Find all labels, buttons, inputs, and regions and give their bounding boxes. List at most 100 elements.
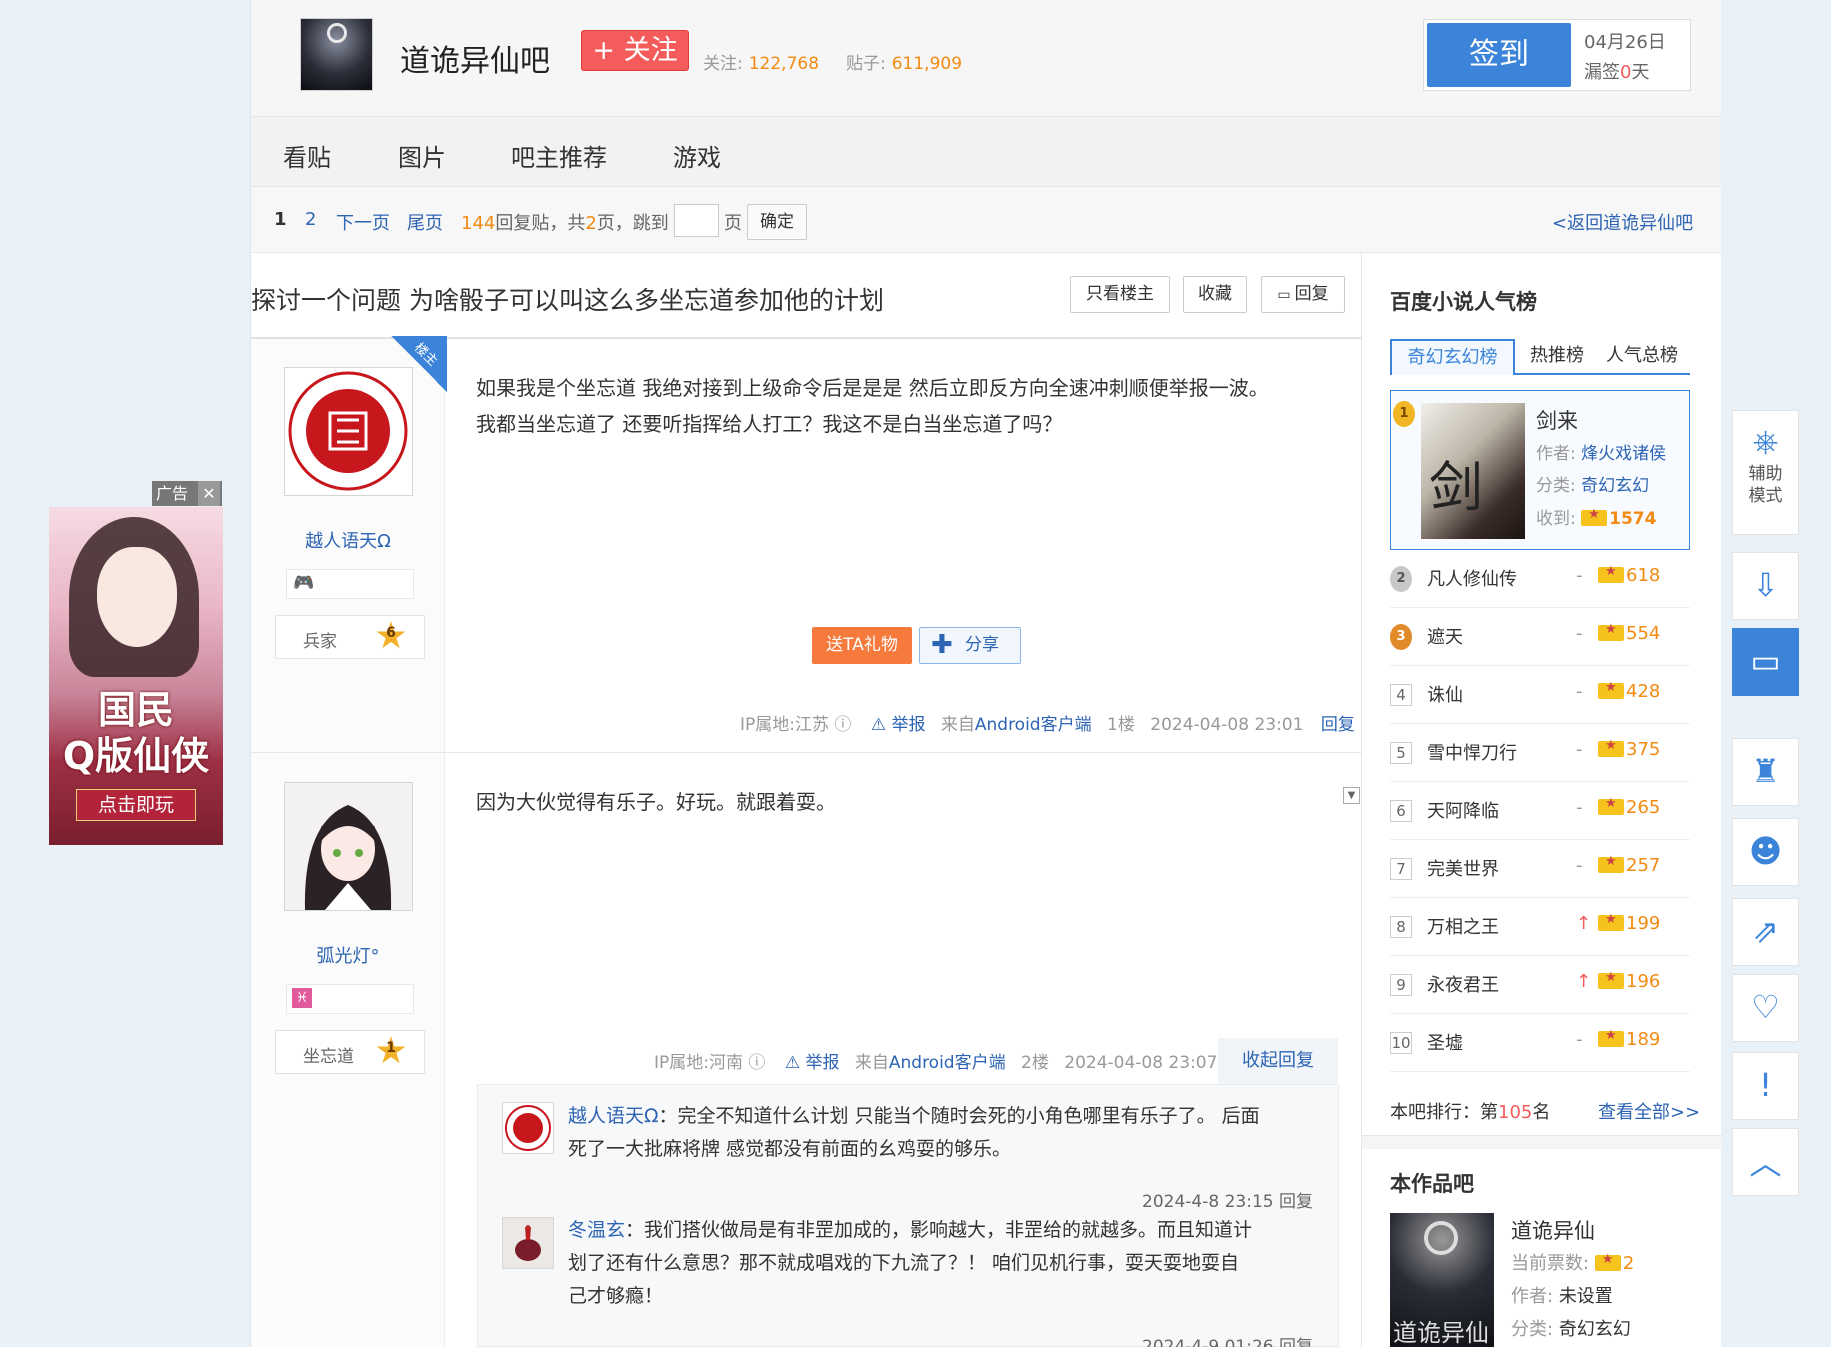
ticket-icon	[1598, 622, 1624, 641]
ticket-icon	[1598, 854, 1624, 873]
source-link[interactable]: Android客户端	[975, 715, 1092, 735]
next-page-link[interactable]: 下一页	[336, 209, 390, 235]
bear-face-icon: ☻	[1748, 832, 1783, 870]
rank-item[interactable]: 3遮天-554	[1390, 608, 1690, 666]
ticket-icon	[1598, 912, 1624, 931]
forum-rank: 本吧排行：第105名	[1390, 1102, 1551, 1123]
work-votes: 当前票数: 2	[1511, 1249, 1634, 1275]
follow-button[interactable]: + 关注	[581, 30, 689, 71]
comment-user[interactable]: 越人语天Ω	[568, 1105, 659, 1127]
forum-logo[interactable]	[300, 18, 373, 91]
post-1-content: 如果我是个坐忘道 我绝对接到上级命令后是是是 然后立即反方向全速冲刺顺便举报一波…	[476, 376, 1269, 436]
top1-author: 作者: 烽火戏诸侯	[1536, 444, 1667, 464]
hat-tool-button[interactable]: ♜	[1732, 738, 1799, 806]
book-cover[interactable]: 道诡异仙吧	[1390, 1213, 1494, 1347]
rank-item[interactable]: 8万相之王↑199	[1390, 898, 1690, 956]
nav-posts[interactable]: 看贴	[283, 138, 331, 173]
post-2-username[interactable]: 弧光灯°	[251, 942, 445, 968]
rank-item[interactable]: 9永夜君王↑196	[1390, 956, 1690, 1014]
forum-name[interactable]: 道诡异仙吧	[400, 36, 550, 80]
ad-character-face	[97, 547, 177, 647]
work-name[interactable]: 道诡异仙	[1511, 1215, 1595, 1245]
share-icon: ⇗	[1752, 912, 1779, 950]
page-jump-ok-button[interactable]: 确定	[747, 204, 807, 240]
bronze-medal-icon: 3	[1390, 624, 1412, 650]
heart-icon: ♡	[1751, 988, 1780, 1026]
collect-button[interactable]: 收藏	[1183, 276, 1247, 313]
sign-in-button[interactable]: 签到	[1427, 23, 1571, 87]
rank-item[interactable]: 6天阿降临-265	[1390, 782, 1690, 840]
ticket-icon	[1598, 738, 1624, 757]
rank-item[interactable]: 10圣墟-189	[1390, 1014, 1690, 1072]
book-cover: 剑	[1421, 403, 1525, 539]
back-to-forum-link[interactable]: <返回道诡异仙吧	[1552, 209, 1693, 235]
post-menu-toggle[interactable]: ▼	[1343, 787, 1360, 804]
gold-medal-icon: 1	[1393, 401, 1415, 427]
favorite-tool-button[interactable]: ♡	[1732, 974, 1799, 1042]
avatar[interactable]	[284, 782, 413, 911]
tab-overall[interactable]: 人气总榜	[1602, 339, 1682, 375]
back-to-top-button[interactable]: ︿	[1732, 1128, 1799, 1196]
posts-stat: 贴子: 611,909	[846, 54, 963, 74]
comment-icon: ▭	[1277, 287, 1291, 303]
user-badge-row: ♓	[286, 984, 414, 1014]
post-1-username[interactable]: 越人语天Ω	[251, 527, 445, 553]
user-rank[interactable]: 坐忘道 1	[275, 1030, 425, 1074]
nav-games[interactable]: 游戏	[673, 138, 721, 173]
rank-item-1[interactable]: 剑 1 剑来 作者: 烽火戏诸侯 分类: 奇幻玄幻 收到: 1574	[1390, 390, 1690, 550]
share-tool-button[interactable]: ⇗	[1732, 898, 1799, 966]
comment-1-time: 2024-4-8 23:15 回复	[1142, 1192, 1313, 1212]
comment-tool-button[interactable]: ▭	[1732, 628, 1799, 696]
report-link[interactable]: ⚠ 举报	[785, 1053, 840, 1073]
rank-item[interactable]: 2凡人修仙传-618	[1390, 550, 1690, 608]
tab-fantasy[interactable]: 奇幻玄幻榜	[1390, 339, 1515, 375]
work-author: 作者: 未设置	[1511, 1286, 1613, 1307]
collapse-replies-button[interactable]: 收起回复	[1218, 1038, 1338, 1084]
rank-item[interactable]: 7完美世界-257	[1390, 840, 1690, 898]
tab-hot[interactable]: 热推榜	[1522, 339, 1592, 375]
nav-recommend[interactable]: 吧主推荐	[511, 138, 607, 173]
see-all-link[interactable]: 查看全部>>	[1598, 1098, 1700, 1124]
reply-button[interactable]: ▭ 回复	[1261, 276, 1345, 313]
only-owner-button[interactable]: 只看楼主	[1070, 276, 1170, 313]
avatar[interactable]	[502, 1102, 554, 1154]
user-rank[interactable]: 兵家 6	[275, 615, 425, 659]
source-link[interactable]: Android客户端	[889, 1053, 1006, 1073]
rank-title: 百度小说人气榜	[1390, 290, 1537, 314]
magic-hat-icon: ♜	[1751, 752, 1780, 790]
comment-2: 冬温玄：我们搭伙做局是有非罡加成的，影响越大，非罡给的就越多。而且知道计 划了还…	[568, 1219, 1253, 1307]
ad-play-button[interactable]: 点击即玩	[76, 789, 196, 821]
comment-list: 越人语天Ω：完全不知道什么计划 只能当个随时会死的小角色哪里有乐子了。 后面 死…	[477, 1084, 1339, 1347]
avatar[interactable]	[502, 1217, 554, 1269]
ad-tag: 广告 ✕	[152, 481, 222, 506]
last-page-link[interactable]: 尾页	[407, 209, 443, 235]
comment-1: 越人语天Ω：完全不知道什么计划 只能当个随时会死的小角色哪里有乐子了。 后面 死…	[568, 1105, 1260, 1160]
report-link[interactable]: ⚠ 举报	[871, 715, 926, 735]
share-button[interactable]: ✚ 分享	[919, 627, 1021, 664]
ticket-icon	[1598, 564, 1624, 583]
post-1-reply-link[interactable]: 回复	[1321, 715, 1355, 735]
comment-reply-link[interactable]: 回复	[1279, 1337, 1313, 1347]
page-2-link[interactable]: 2	[305, 209, 316, 230]
send-gift-button[interactable]: 送TA礼物	[812, 627, 912, 664]
nav-images[interactable]: 图片	[398, 138, 446, 173]
user-badge-row: 🎮	[286, 569, 414, 599]
feedback-tool-button[interactable]: !	[1732, 1052, 1799, 1120]
work-category: 分类: 奇幻玄幻	[1511, 1319, 1631, 1340]
page-jump-input[interactable]	[674, 204, 719, 237]
comment-reply-link[interactable]: 回复	[1279, 1192, 1313, 1212]
rank-item[interactable]: 5雪中悍刀行-375	[1390, 724, 1690, 782]
assist-mode-button[interactable]: ⎈ 辅助模式	[1732, 410, 1799, 535]
ad-close-button[interactable]: ✕	[198, 481, 220, 506]
chat-icon: ▭	[1750, 642, 1781, 680]
rank-item[interactable]: 4诛仙-428	[1390, 666, 1690, 724]
sign-date: 04月26日	[1584, 32, 1666, 53]
comment-user[interactable]: 冬温玄	[568, 1219, 625, 1241]
pet-tool-button[interactable]: ☻	[1732, 818, 1799, 886]
download-app-button[interactable]: ⇩	[1732, 552, 1799, 620]
chevron-up-icon: ︿	[1749, 1144, 1782, 1182]
ad-banner[interactable]: 国民 Q版仙侠 点击即玩	[49, 507, 223, 845]
level-badge: 6	[386, 625, 396, 641]
avatar[interactable]	[284, 367, 413, 496]
work-title: 本作品吧	[1390, 1172, 1474, 1196]
